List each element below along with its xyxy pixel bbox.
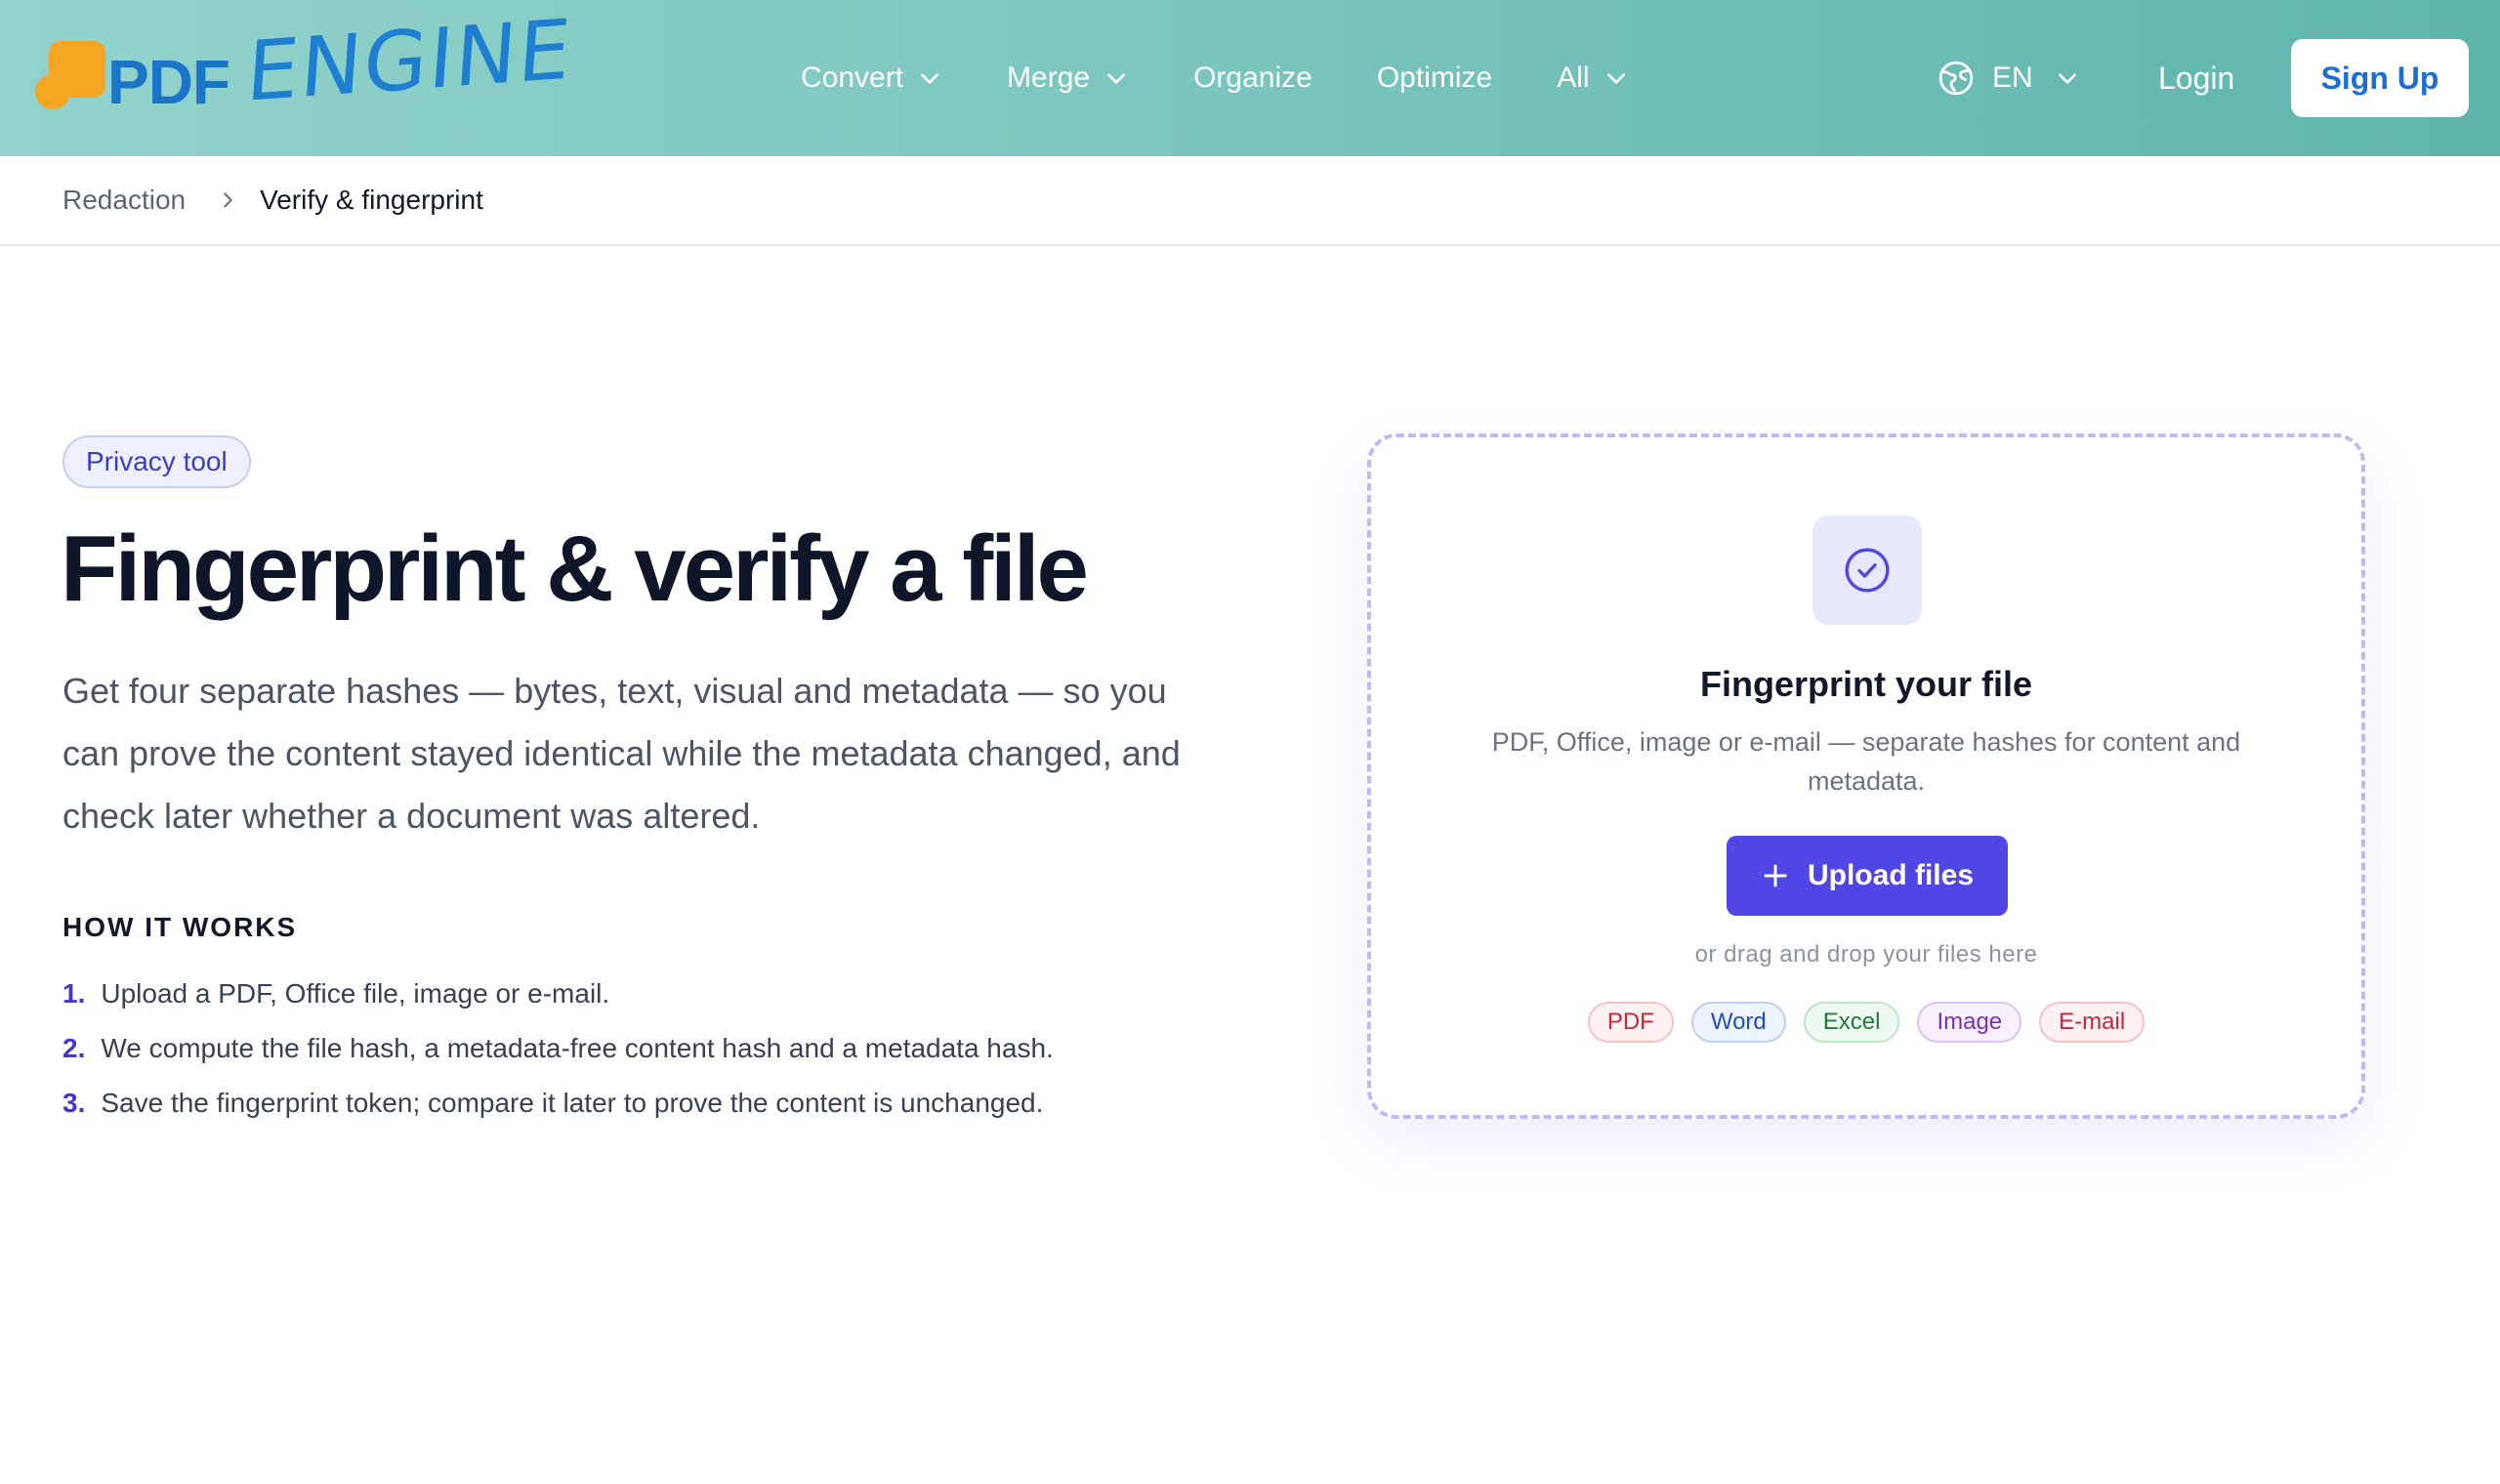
step-number: 3. — [62, 1088, 86, 1118]
nav-organize-label: Organize — [1193, 62, 1312, 94]
language-label: EN — [1992, 62, 2033, 94]
step-item: 3. Save the fingerprint token; compare i… — [62, 1076, 1054, 1131]
step-text: We compute the file hash, a metadata-fre… — [101, 1033, 1054, 1063]
page-title: Fingerprint & verify a file — [61, 516, 1089, 621]
chevron-right-icon — [224, 192, 232, 208]
globe-icon — [1938, 61, 1974, 96]
format-chips: PDF Word Excel Image E-mail — [1371, 1002, 2361, 1043]
format-chip-image: Image — [1917, 1002, 2022, 1043]
fingerprint-icon-tile — [1812, 515, 1922, 625]
nav-optimize-label: Optimize — [1376, 62, 1493, 94]
top-header: PDF ENGINE Convert Merge Organize Optimi… — [0, 0, 2500, 156]
breadcrumb-redaction-link[interactable]: Redaction — [62, 185, 186, 216]
nav-organize[interactable]: Organize — [1193, 62, 1312, 95]
drag-drop-hint: or drag and drop your files here — [1694, 941, 2038, 968]
format-chip-pdf: PDF — [1587, 1002, 1674, 1043]
breadcrumb-current: Verify & fingerprint — [260, 185, 483, 215]
privacy-tool-badge: Privacy tool — [62, 435, 251, 488]
chevron-down-icon — [921, 73, 938, 84]
nav-convert[interactable]: Convert — [801, 62, 942, 95]
chevron-down-icon — [1606, 73, 1625, 84]
signup-button[interactable]: Sign Up — [2291, 39, 2469, 117]
upload-subtitle: PDF, Office, image or e-mail — separate … — [1491, 727, 2241, 796]
step-text: Upload a PDF, Office file, image or e-ma… — [101, 978, 610, 1009]
logo-engine-text: ENGINE — [243, 1, 576, 121]
format-chip-word: Word — [1690, 1002, 1786, 1043]
step-item: 1. Upload a PDF, Office file, image or e… — [62, 967, 1054, 1021]
chevron-down-icon — [2058, 73, 2076, 84]
format-chip-email: E-mail — [2039, 1002, 2146, 1043]
how-it-works-steps: 1. Upload a PDF, Office file, image or e… — [62, 967, 1054, 1131]
nav-all-label: All — [1557, 62, 1590, 94]
page-description: Get four separate hashes — bytes, text, … — [62, 671, 1181, 836]
upload-dropzone[interactable]: Fingerprint your file PDF, Office, image… — [1367, 433, 2365, 1119]
main-nav: Convert Merge Organize Optimize All — [801, 0, 1693, 156]
breadcrumb: Redaction Verify & fingerprint — [0, 156, 2500, 246]
how-it-works-heading: HOW IT WORKS — [62, 912, 298, 942]
step-number: 1. — [62, 978, 86, 1009]
nav-merge-label: Merge — [1007, 62, 1091, 94]
step-number: 2. — [62, 1033, 86, 1063]
logo-mark-icon — [35, 41, 105, 109]
logo-pdf-text: PDF — [107, 47, 230, 117]
step-item: 2. We compute the file hash, a metadata-… — [62, 1021, 1054, 1076]
pdf-engine-logo[interactable]: PDF ENGINE — [35, 1, 575, 127]
plus-icon — [1764, 864, 1787, 887]
upload-files-button[interactable]: Upload files — [1727, 836, 2008, 916]
check-circle-icon — [1845, 548, 1890, 593]
format-chip-excel: Excel — [1803, 1002, 1900, 1043]
nav-merge[interactable]: Merge — [1007, 62, 1129, 95]
nav-all[interactable]: All — [1557, 62, 1628, 95]
chevron-down-icon — [1107, 73, 1125, 84]
upload-title: Fingerprint your file — [1699, 664, 2032, 704]
login-link[interactable]: Login — [2158, 0, 2234, 156]
step-text: Save the fingerprint token; compare it l… — [101, 1088, 1044, 1118]
language-selector[interactable]: EN — [1938, 0, 2080, 156]
upload-files-label: Upload files — [1807, 859, 1975, 891]
nav-convert-label: Convert — [801, 62, 904, 94]
nav-optimize[interactable]: Optimize — [1377, 62, 1492, 95]
